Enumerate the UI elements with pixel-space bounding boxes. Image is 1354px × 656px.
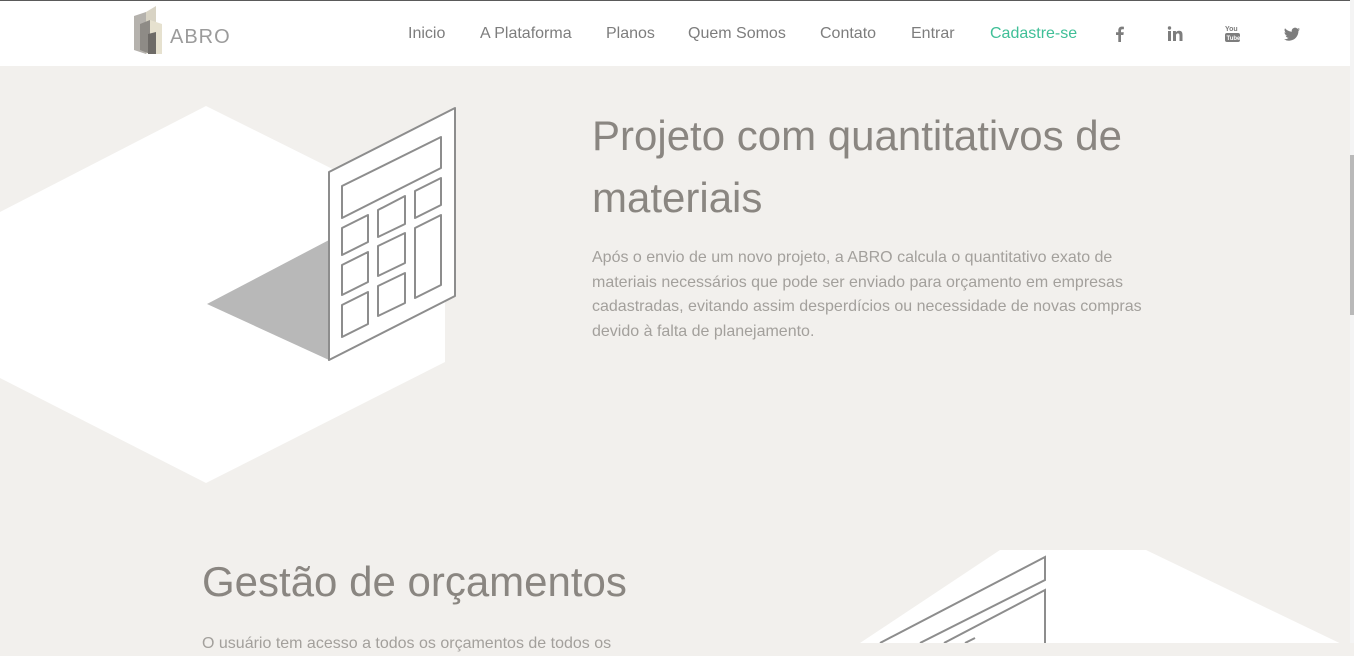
section-title-orcamentos: Gestão de orçamentos <box>202 558 627 605</box>
section-text-orcamentos: O usuário tem acesso a todos os orçament… <box>202 635 612 652</box>
page-scrollbar-thumb[interactable] <box>1350 155 1354 315</box>
page-scrollbar-track[interactable] <box>1350 0 1354 643</box>
section-text-quantitativos: Após o envio de um novo projeto, a ABRO … <box>592 249 1142 340</box>
section-title-quantitativos: Projeto com quantitativos de materiais <box>592 112 1122 221</box>
